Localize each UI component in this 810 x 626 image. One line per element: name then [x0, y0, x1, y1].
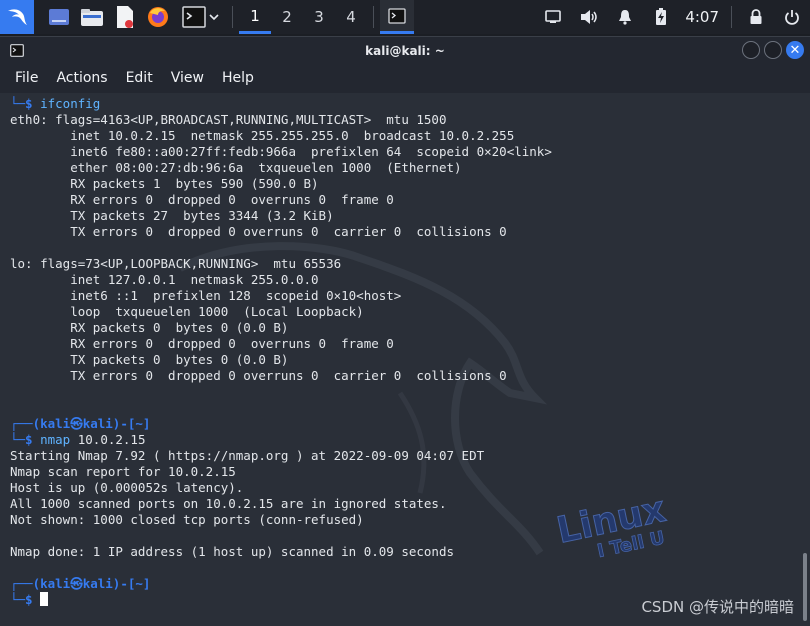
- terminal-line: Host is up (0.000052s latency).: [10, 480, 244, 495]
- text-cursor: [40, 592, 49, 606]
- terminal-line: ┌──(kali㉿kali)-[~]: [10, 576, 552, 592]
- prompt-header: ┌──(kali㉿kali)-[~]: [10, 416, 151, 431]
- network-icon: [545, 10, 562, 23]
- workspace-switcher: 1 2 3 4: [239, 0, 367, 34]
- terminal-line: RX errors 0 dropped 0 overruns 0 frame 0: [10, 192, 394, 207]
- bell-icon: [619, 10, 632, 25]
- power-icon: [785, 10, 799, 25]
- system-tray: 4:07: [535, 0, 810, 34]
- battery-indicator[interactable]: [647, 8, 675, 26]
- terminal-area[interactable]: Linux I Tell U └─$ ifconfig eth0: flags=4…: [0, 93, 810, 626]
- panel-separator: [731, 6, 732, 28]
- terminal-icon: [388, 7, 406, 24]
- menu-edit[interactable]: Edit: [117, 70, 162, 86]
- prompt-symbol: └─$: [10, 592, 41, 607]
- lock-screen-button[interactable]: [742, 9, 770, 25]
- scrollbar-thumb[interactable]: [803, 553, 807, 621]
- terminal-line: Starting Nmap 7.92 ( https://nmap.org ) …: [10, 448, 485, 463]
- terminal-line: lo: flags=73<UP,LOOPBACK,RUNNING> mtu 65…: [10, 256, 342, 271]
- power-button[interactable]: [778, 9, 806, 25]
- volume-icon: [581, 10, 598, 24]
- terminal-line: ether 08:00:27:db:96:6a txqueuelen 1000 …: [10, 160, 462, 175]
- text-editor-launcher[interactable]: [112, 4, 138, 30]
- firefox-launcher[interactable]: [145, 4, 171, 30]
- workspace-3[interactable]: 3: [303, 0, 335, 34]
- terminal-line: loop txqueuelen 1000 (Local Loopback): [10, 304, 364, 319]
- terminal-line: inet 127.0.0.1 netmask 255.0.0.0: [10, 272, 319, 287]
- terminal-line: RX packets 0 bytes 0 (0.0 B): [10, 320, 289, 335]
- menu-bar: File Actions Edit View Help: [0, 65, 810, 91]
- panel-separator: [373, 6, 374, 28]
- menu-help[interactable]: Help: [213, 70, 263, 86]
- notifications-indicator[interactable]: [611, 9, 639, 25]
- firefox-icon: [148, 7, 168, 27]
- terminal-line: RX packets 1 bytes 590 (590.0 B): [10, 176, 319, 191]
- prompt-symbol: └─$: [10, 432, 41, 447]
- terminal-line: └─$ ifconfig: [10, 96, 552, 112]
- terminal-line: TX errors 0 dropped 0 overruns 0 carrier…: [10, 368, 507, 383]
- battery-charging-icon: [656, 8, 667, 25]
- window-title: kali@kali: ~: [365, 44, 445, 58]
- taskbar-terminal-window[interactable]: [380, 0, 414, 34]
- maximize-button[interactable]: [764, 41, 782, 59]
- clock[interactable]: 4:07: [685, 8, 719, 26]
- workspace-1[interactable]: 1: [239, 0, 271, 34]
- terminal-line: eth0: flags=4163<UP,BROADCAST,RUNNING,MU…: [10, 112, 447, 127]
- folder-icon: [81, 9, 103, 26]
- terminal-line: All 1000 scanned ports on 10.0.2.15 are …: [10, 496, 447, 511]
- terminal-line: RX errors 0 dropped 0 overruns 0 frame 0: [10, 336, 394, 351]
- close-icon: ✕: [789, 42, 801, 58]
- workspace-4[interactable]: 4: [335, 0, 367, 34]
- csdn-watermark: CSDN @传说中的暗暗: [641, 598, 794, 616]
- terminal-line: inet6 ::1 prefixlen 128 scopeid 0×10<hos…: [10, 288, 402, 303]
- text-editor-icon: [117, 6, 133, 28]
- terminal-line: ┌──(kali㉿kali)-[~]: [10, 416, 552, 432]
- top-panel: 1 2 3 4 4:07: [0, 0, 810, 34]
- show-desktop-button[interactable]: [46, 4, 72, 30]
- lock-icon: [750, 9, 762, 24]
- terminal-line: └─$: [10, 592, 552, 608]
- terminal-window: kali@kali: ~ ✕ File Actions Edit View He…: [0, 36, 810, 626]
- network-indicator[interactable]: [539, 10, 567, 24]
- menu-view[interactable]: View: [162, 70, 213, 86]
- volume-indicator[interactable]: [575, 9, 603, 25]
- panel-separator: [232, 6, 233, 28]
- command-args: 10.0.2.15: [70, 432, 146, 447]
- command-name: nmap: [40, 432, 71, 447]
- file-manager-launcher[interactable]: [79, 4, 105, 30]
- terminal-icon: [181, 6, 206, 28]
- command-name: ifconfig: [40, 96, 101, 111]
- terminal-line: └─$ nmap 10.0.2.15: [10, 432, 552, 448]
- minimize-button[interactable]: [742, 41, 760, 59]
- terminal-line: Nmap done: 1 IP address (1 host up) scan…: [10, 544, 455, 559]
- workspace-2[interactable]: 2: [271, 0, 303, 34]
- terminal-line: TX errors 0 dropped 0 overruns 0 carrier…: [10, 224, 507, 239]
- terminal-line: inet 10.0.2.15 netmask 255.255.255.0 bro…: [10, 128, 515, 143]
- desktop-icon: [49, 9, 69, 25]
- terminal-line: inet6 fe80::a00:27ff:fedb:966a prefixlen…: [10, 144, 552, 159]
- menu-file[interactable]: File: [6, 70, 47, 86]
- chevron-down-icon: [208, 14, 219, 21]
- terminal-line: TX packets 27 bytes 3344 (3.2 KiB): [10, 208, 334, 223]
- close-button[interactable]: ✕: [786, 41, 804, 59]
- terminal-line: Not shown: 1000 closed tcp ports (conn-r…: [10, 512, 364, 527]
- prompt-symbol: └─$: [10, 96, 41, 111]
- prompt-header: ┌──(kali㉿kali)-[~]: [10, 576, 151, 591]
- kali-menu-button[interactable]: [0, 0, 34, 34]
- terminal-launcher[interactable]: [178, 4, 222, 30]
- menu-actions[interactable]: Actions: [47, 70, 116, 86]
- terminal-line: TX packets 0 bytes 0 (0.0 B): [10, 352, 289, 367]
- window-titlebar[interactable]: kali@kali: ~ ✕: [0, 37, 810, 65]
- terminal-line: Nmap scan report for 10.0.2.15: [10, 464, 236, 479]
- terminal-icon: [10, 44, 24, 57]
- terminal-output: └─$ ifconfig eth0: flags=4163<UP,BROADCAS…: [10, 96, 552, 608]
- kali-dragon-icon: [8, 9, 27, 25]
